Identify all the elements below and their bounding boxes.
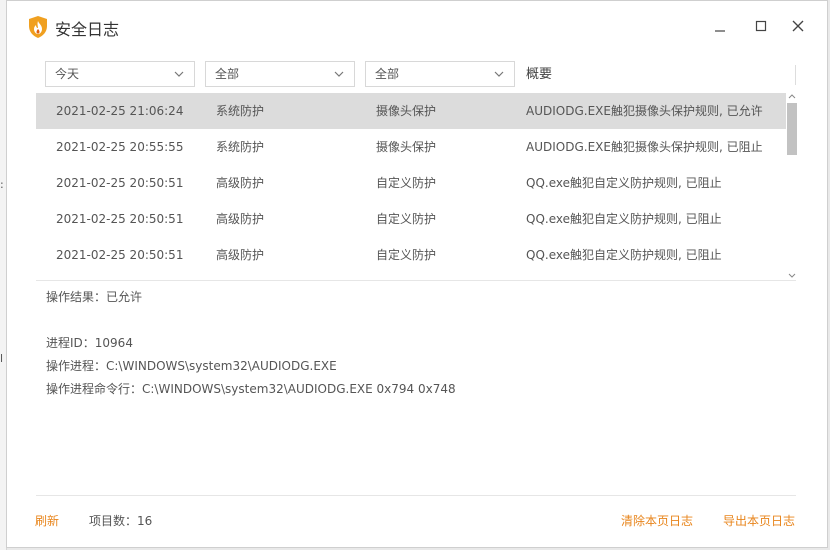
detail-cmdline: 操作进程命令行：C:\WINDOWS\system32\AUDIODG.EXE …: [46, 382, 456, 396]
table-scrollbar[interactable]: [787, 93, 797, 279]
row-category: 高级防护: [216, 212, 265, 226]
chevron-down-icon: [174, 71, 184, 77]
detail-result: 操作结果：已允许: [46, 290, 143, 304]
window-title: 安全日志: [55, 20, 120, 39]
clear-page-log-link[interactable]: 清除本页日志: [621, 512, 693, 529]
scroll-down-icon: [788, 273, 796, 278]
scroll-up-icon: [788, 94, 796, 99]
row-module: 摄像头保护: [376, 140, 437, 154]
table-row[interactable]: 2021-02-25 21:06:24 系统防护 摄像头保护 AUDIODG.E…: [36, 93, 786, 129]
row-module: 自定义防护: [376, 248, 437, 262]
row-summary: QQ.exe触犯自定义防护规则, 已阻止: [526, 248, 722, 262]
shield-flame-icon: [27, 15, 49, 39]
subtype-filter-value: 全部: [375, 67, 400, 81]
row-category: 高级防护: [216, 176, 265, 190]
maximize-button[interactable]: [750, 15, 772, 37]
close-button[interactable]: [787, 15, 809, 37]
refresh-link[interactable]: 刷新: [35, 512, 59, 529]
row-category: 系统防护: [216, 104, 265, 118]
type-filter-dropdown[interactable]: 全部: [205, 61, 355, 87]
summary-column-header: 概要: [526, 67, 553, 82]
row-category: 系统防护: [216, 140, 265, 154]
row-time: 2021-02-25 21:06:24: [56, 104, 184, 118]
log-table: 2021-02-25 21:06:24 系统防护 摄像头保护 AUDIODG.E…: [36, 93, 796, 273]
type-filter-value: 全部: [215, 67, 240, 81]
export-page-log-link[interactable]: 导出本页日志: [723, 512, 795, 529]
column-divider: [795, 65, 796, 85]
table-row[interactable]: 2021-02-25 20:50:51 高级防护 自定义防护 QQ.exe触犯自…: [36, 201, 786, 237]
maximize-icon: [755, 20, 767, 32]
chevron-down-icon: [334, 71, 344, 77]
title-bar: 安全日志: [7, 1, 827, 51]
subtype-filter-dropdown[interactable]: 全部: [365, 61, 515, 87]
security-log-window: 安全日志 今天 全部 全部 概要 2021-02-25 21:06:24 系统防…: [6, 0, 828, 548]
time-filter-dropdown[interactable]: 今天: [45, 61, 195, 87]
time-filter-value: 今天: [55, 67, 80, 81]
row-category: 高级防护: [216, 248, 265, 262]
detail-process: 操作进程：C:\WINDOWS\system32\AUDIODG.EXE: [46, 359, 337, 373]
row-time: 2021-02-25 20:50:51: [56, 212, 184, 226]
table-row[interactable]: 2021-02-25 20:50:51 高级防护 自定义防护 QQ.exe触犯自…: [36, 165, 786, 201]
background-fragment: l: [0, 352, 4, 365]
row-summary: AUDIODG.EXE触犯摄像头保护规则, 已阻止: [526, 140, 763, 154]
table-row[interactable]: 2021-02-25 20:50:51 高级防护 自定义防护 QQ.exe触犯自…: [36, 237, 786, 273]
close-icon: [792, 20, 804, 32]
table-row[interactable]: 2021-02-25 20:55:55 系统防护 摄像头保护 AUDIODG.E…: [36, 129, 786, 165]
detail-pid: 进程ID：10964: [46, 336, 133, 350]
minimize-icon: [715, 30, 725, 32]
item-count: 项目数：16: [89, 514, 153, 528]
row-time: 2021-02-25 20:50:51: [56, 248, 184, 262]
row-time: 2021-02-25 20:50:51: [56, 176, 184, 190]
row-time: 2021-02-25 20:55:55: [56, 140, 184, 154]
table-detail-divider: [36, 280, 796, 281]
row-module: 摄像头保护: [376, 104, 437, 118]
scrollbar-thumb[interactable]: [787, 103, 797, 155]
row-module: 自定义防护: [376, 176, 437, 190]
row-summary: AUDIODG.EXE触犯摄像头保护规则, 已允许: [526, 104, 763, 118]
row-summary: QQ.exe触犯自定义防护规则, 已阻止: [526, 176, 722, 190]
row-module: 自定义防护: [376, 212, 437, 226]
minimize-button[interactable]: [709, 15, 731, 37]
filter-bar: 今天 全部 全部 概要: [45, 61, 797, 89]
footer-divider: [36, 495, 796, 496]
row-summary: QQ.exe触犯自定义防护规则, 已阻止: [526, 212, 722, 226]
background-fragment: :: [0, 178, 4, 191]
chevron-down-icon: [494, 71, 504, 77]
